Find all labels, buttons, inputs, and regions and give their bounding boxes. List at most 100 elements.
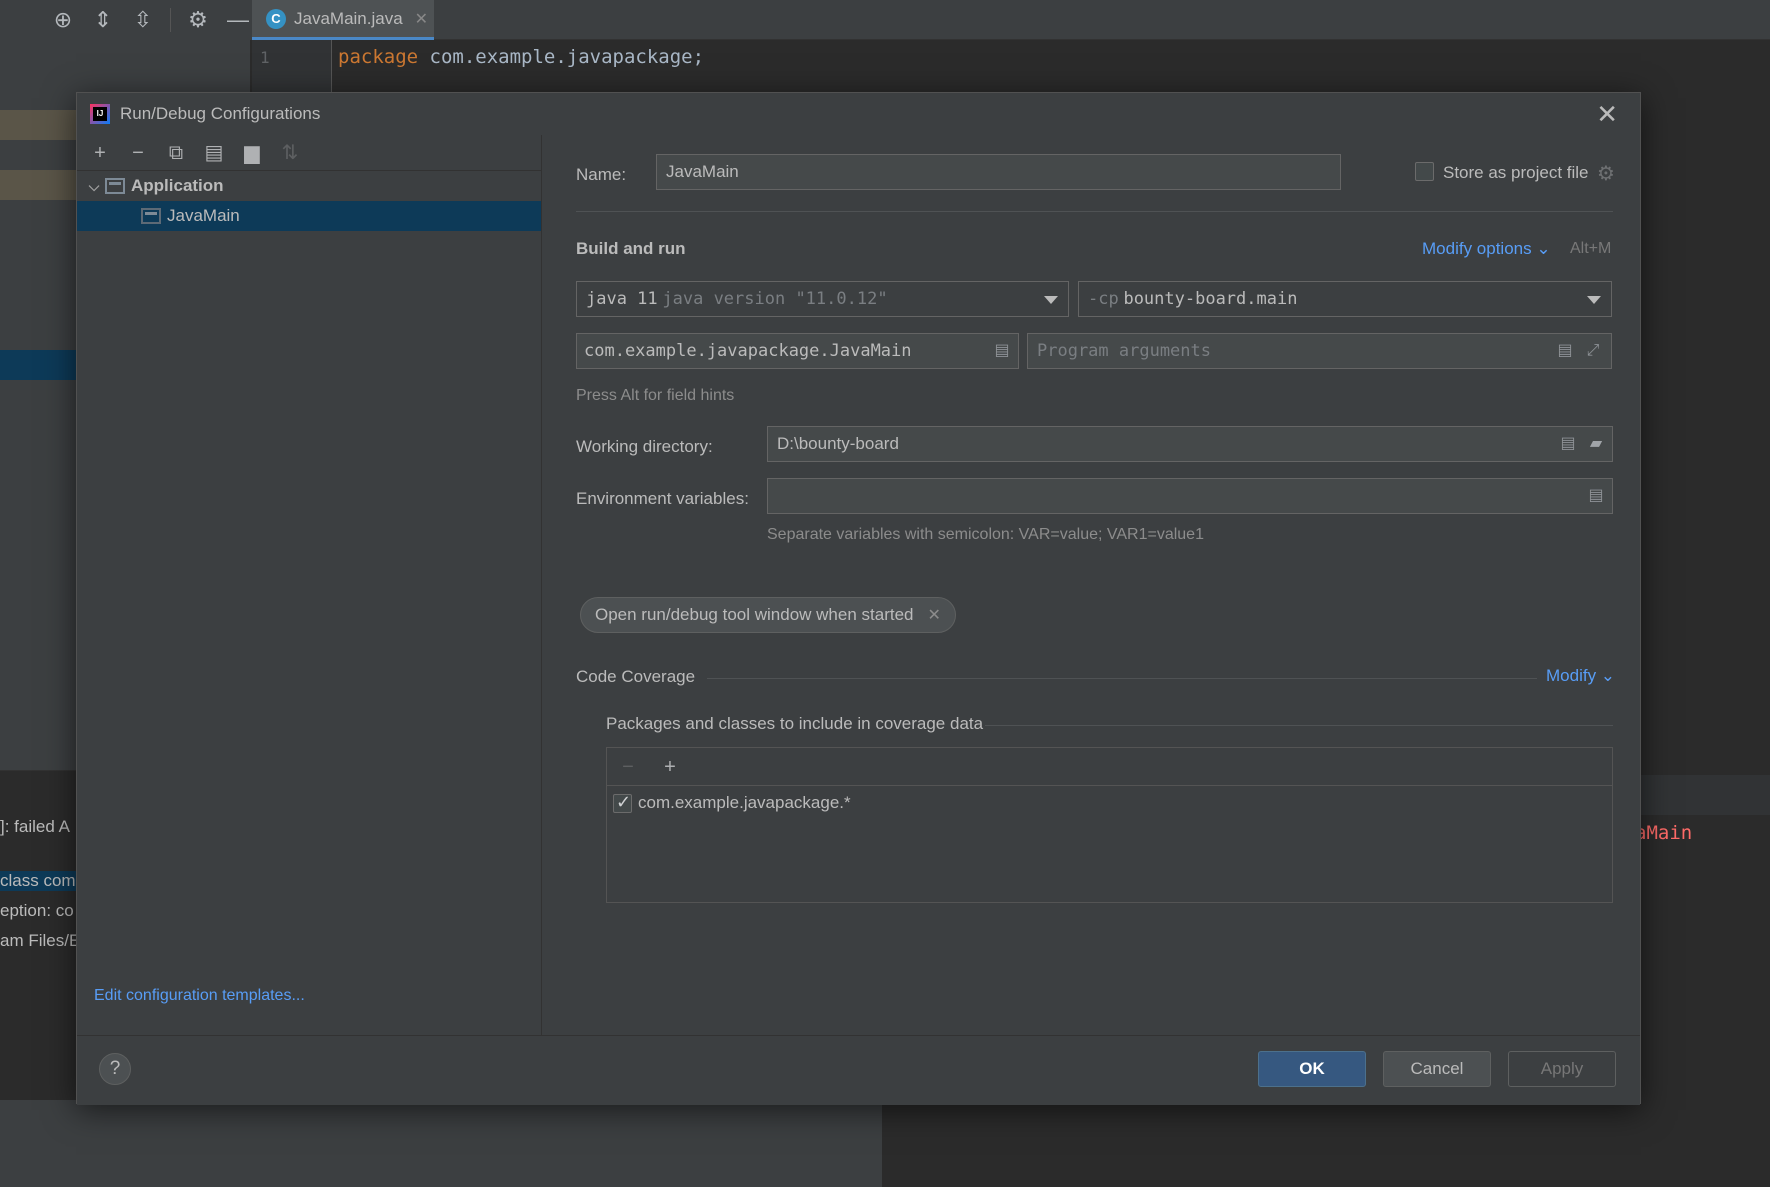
coverage-modify-link[interactable]: Modify ⌄ bbox=[1546, 666, 1615, 686]
build-and-run-title: Build and run bbox=[576, 239, 686, 258]
apply-button[interactable]: Apply bbox=[1508, 1051, 1616, 1087]
configuration-form: Name: JavaMain Store as project file ⚙ B… bbox=[567, 135, 1622, 1015]
program-arguments-field[interactable]: Program arguments ▤ ⤢ bbox=[1027, 333, 1612, 369]
expand-all-icon[interactable]: ⇕ bbox=[90, 7, 116, 33]
line-number: 1 bbox=[260, 48, 270, 67]
remove-icon[interactable]: − bbox=[127, 142, 149, 164]
program-arguments-placeholder: Program arguments bbox=[1037, 341, 1211, 361]
divider bbox=[707, 678, 1537, 679]
chevron-down-icon[interactable]: ⌵ bbox=[83, 178, 105, 195]
browse-icon[interactable]: ▤ bbox=[1555, 341, 1575, 361]
tree-item-label: JavaMain bbox=[167, 206, 240, 225]
gear-icon[interactable]: ⚙ bbox=[185, 7, 211, 33]
collapse-all-icon[interactable]: ⇳ bbox=[130, 7, 156, 33]
dialog-title: Run/Debug Configurations bbox=[120, 104, 321, 123]
console-error-text: aMain bbox=[1635, 822, 1693, 844]
editor-line-highlight bbox=[1640, 775, 1770, 815]
main-class-field[interactable]: com.example.javapackage.JavaMain ▤ bbox=[576, 333, 1019, 369]
browse-icon[interactable]: ▤ bbox=[1558, 434, 1578, 454]
add-icon[interactable]: + bbox=[89, 142, 111, 164]
bottom-panel-right bbox=[882, 1100, 1770, 1187]
editor-tab-label: JavaMain.java bbox=[294, 8, 403, 28]
classpath-select[interactable]: -cp bounty-board.main bbox=[1078, 281, 1612, 317]
code-text: com.example.javapackage; bbox=[418, 46, 705, 68]
environment-variables-label: Environment variables: bbox=[576, 489, 749, 508]
editor-tabs: C JavaMain.java ✕ bbox=[252, 0, 1770, 40]
dialog-title-bar[interactable]: IJ Run/Debug Configurations bbox=[77, 93, 1640, 135]
add-icon[interactable]: + bbox=[659, 756, 681, 778]
run-output-line: eption: co bbox=[0, 901, 74, 920]
modify-options-link[interactable]: Modify options ⌄ bbox=[1422, 239, 1551, 259]
code-keyword: package bbox=[338, 46, 419, 68]
tree-item-javamain[interactable]: JavaMain bbox=[77, 201, 541, 231]
open-tool-window-chip[interactable]: Open run/debug tool window when started … bbox=[580, 597, 956, 633]
code-coverage-title: Code Coverage bbox=[576, 667, 696, 686]
divider bbox=[576, 211, 1613, 212]
gear-icon[interactable]: ⚙ bbox=[1595, 163, 1617, 185]
java-class-icon: C bbox=[266, 8, 286, 29]
bottom-panel-left bbox=[0, 1100, 882, 1187]
coverage-item-pattern: com.example.javapackage.* bbox=[638, 793, 851, 812]
close-dialog-button[interactable]: ✕ bbox=[1596, 101, 1618, 127]
tree-group-application[interactable]: ⌵ Application bbox=[77, 171, 541, 201]
cp-value: bounty-board.main bbox=[1123, 289, 1298, 309]
help-button[interactable]: ? bbox=[99, 1053, 131, 1085]
folder-icon[interactable]: ▰ bbox=[1586, 434, 1606, 454]
close-icon[interactable]: ✕ bbox=[927, 605, 940, 625]
tree-toolbar: + − ⧉ ▤ ▆ ⇅ bbox=[77, 135, 541, 171]
run-output-line: ]: failed A bbox=[0, 817, 70, 836]
hide-icon[interactable]: — bbox=[225, 7, 251, 33]
coverage-item[interactable]: com.example.javapackage.* bbox=[607, 786, 1612, 820]
editor-tab-javamain[interactable]: C JavaMain.java ✕ bbox=[252, 0, 434, 40]
copy-icon[interactable]: ⧉ bbox=[165, 142, 187, 164]
cp-flag: -cp bbox=[1088, 289, 1119, 309]
sort-icon[interactable]: ⇅ bbox=[279, 142, 301, 164]
run-output-line[interactable]: class com bbox=[0, 871, 78, 891]
coverage-item-checkbox[interactable] bbox=[613, 792, 632, 813]
save-icon[interactable]: ▤ bbox=[203, 142, 225, 164]
project-toolbar: ⊕ ⇕ ⇳ ⚙ — bbox=[0, 0, 252, 40]
working-directory-label: Working directory: bbox=[576, 437, 713, 456]
chevron-down-icon bbox=[1044, 296, 1058, 304]
remove-icon[interactable]: − bbox=[617, 756, 639, 778]
expand-icon[interactable]: ⤢ bbox=[1583, 341, 1603, 361]
chevron-down-icon bbox=[1587, 296, 1601, 304]
store-as-project-file-checkbox[interactable] bbox=[1415, 162, 1434, 181]
application-icon bbox=[141, 208, 161, 224]
jre-detail: java version "11.0.12" bbox=[662, 289, 888, 309]
project-row-selected[interactable] bbox=[0, 350, 80, 380]
browse-icon[interactable]: ▤ bbox=[992, 341, 1012, 361]
name-field[interactable]: JavaMain bbox=[656, 154, 1341, 190]
working-directory-field[interactable]: D:\bounty-board ▤ ▰ bbox=[767, 426, 1613, 462]
close-icon[interactable]: ✕ bbox=[415, 9, 428, 29]
edit-templates-link[interactable]: Edit configuration templates... bbox=[94, 987, 305, 1005]
application-icon bbox=[105, 178, 125, 194]
environment-variables-field[interactable]: ▤ bbox=[767, 478, 1613, 514]
field-hints-text: Press Alt for field hints bbox=[576, 387, 735, 404]
code-line[interactable]: package com.example.javapackage; bbox=[338, 46, 704, 68]
tree-group-label: Application bbox=[131, 176, 224, 195]
name-value: JavaMain bbox=[666, 162, 739, 181]
dialog-footer: ? OK Cancel Apply bbox=[77, 1035, 1640, 1105]
name-label: Name: bbox=[576, 165, 627, 184]
coverage-toolbar: − + bbox=[607, 748, 1612, 786]
coverage-subtitle: Packages and classes to include in cover… bbox=[606, 714, 984, 733]
configurations-tree-pane: + − ⧉ ▤ ▆ ⇅ ⌵ Application JavaMain Edit … bbox=[77, 135, 542, 1035]
coverage-patterns-list: − + com.example.javapackage.* bbox=[606, 747, 1613, 903]
working-directory-value: D:\bounty-board bbox=[777, 434, 899, 453]
environment-variables-hint: Separate variables with semicolon: VAR=v… bbox=[767, 526, 1204, 543]
cancel-button[interactable]: Cancel bbox=[1383, 1051, 1491, 1087]
store-as-project-file-label[interactable]: Store as project file bbox=[1443, 163, 1589, 183]
run-debug-dialog: IJ Run/Debug Configurations ✕ + − ⧉ ▤ ▆ … bbox=[76, 92, 1641, 1105]
modify-options-shortcut: Alt+M bbox=[1570, 240, 1612, 257]
locate-icon[interactable]: ⊕ bbox=[50, 7, 76, 33]
jre-main: java 11 bbox=[586, 289, 658, 309]
new-folder-icon[interactable]: ▆ bbox=[241, 142, 263, 164]
divider bbox=[985, 725, 1613, 726]
ok-button[interactable]: OK bbox=[1258, 1051, 1366, 1087]
toolbar-separator bbox=[170, 8, 171, 32]
jre-select[interactable]: java 11 java version "11.0.12" bbox=[576, 281, 1069, 317]
run-output-line: am Files/E bbox=[0, 931, 78, 950]
browse-icon[interactable]: ▤ bbox=[1586, 486, 1606, 506]
intellij-logo-icon: IJ bbox=[90, 104, 110, 124]
